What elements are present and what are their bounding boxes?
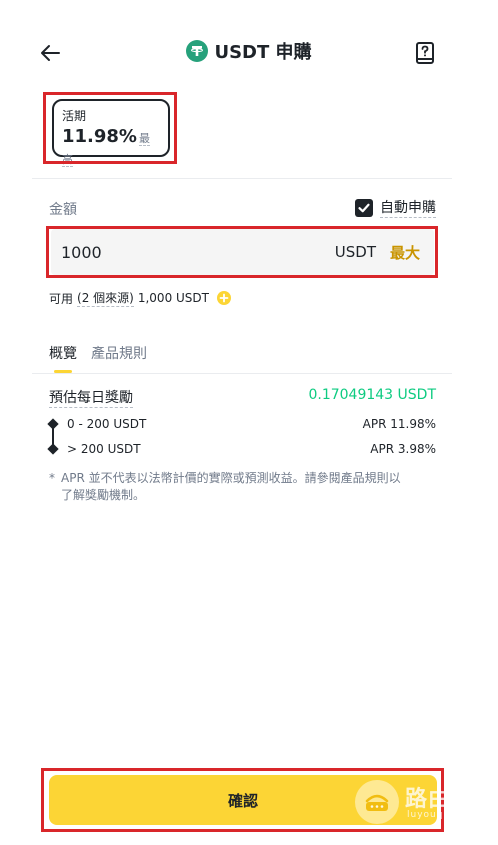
tier-apr-1: APR 11.98%: [362, 417, 436, 431]
auto-subscribe-label: 自動申購: [380, 197, 436, 218]
tier-marker-2: [47, 443, 59, 455]
tab-product-rules[interactable]: 產品規則: [91, 343, 147, 373]
term-rate: 11.98% 最高: [62, 126, 160, 168]
watermark: 路由器 luyouqi.com: [355, 777, 485, 827]
tier-range-2: > 200 USDT: [67, 442, 141, 456]
divider-top: [32, 178, 452, 179]
term-rate-value: 11.98%: [62, 126, 137, 147]
apr-disclaimer: * APR 並不代表以法幣計價的實際或預測收益。請參閱產品規則以了解獎勵機制。: [49, 470, 404, 504]
max-button[interactable]: 最大: [390, 242, 420, 263]
daily-reward-value: 0.17049143 USDT: [308, 387, 436, 403]
tier-apr-2: APR 3.98%: [370, 442, 436, 456]
auto-subscribe-toggle[interactable]: 自動申購: [355, 197, 436, 218]
add-funds-icon[interactable]: [216, 291, 231, 305]
header: USDT 申購: [0, 0, 498, 104]
tab-product-rules-label: 產品規則: [91, 346, 147, 362]
tab-overview[interactable]: 概覽: [49, 343, 77, 373]
product-info-button[interactable]: [414, 40, 436, 66]
amount-field[interactable]: USDT 最大: [51, 229, 434, 275]
available-prefix: 可用: [49, 291, 74, 306]
plus-icon: [219, 293, 229, 303]
tier-marker-1: [47, 418, 59, 430]
amount-input[interactable]: [61, 242, 335, 262]
usdt-coin-icon: [186, 40, 209, 62]
term-name: 活期: [62, 109, 87, 123]
daily-reward-label[interactable]: 預估每日獎勵: [49, 387, 133, 408]
available-sources[interactable]: (2 個來源): [77, 289, 134, 307]
available-balance: 可用 (2 個來源) 1,000 USDT: [49, 289, 231, 307]
checkmark-icon: [358, 203, 370, 212]
document-question-icon: [416, 42, 434, 64]
disclaimer-text: APR 並不代表以法幣計價的實際或預測收益。請參閱產品規則以了解獎勵機制。: [61, 471, 401, 502]
watermark-text: 路由器: [405, 787, 475, 812]
available-amount: 1,000 USDT: [137, 291, 209, 305]
router-logo-icon: [355, 780, 399, 824]
amount-unit: USDT: [334, 243, 376, 261]
tier-range-1: 0 - 200 USDT: [67, 417, 147, 431]
amount-label: 金額: [49, 202, 77, 218]
tabs: 概覽 產品規則: [49, 343, 147, 373]
watermark-sub: luyouqi.com: [407, 810, 474, 820]
tab-overview-label: 概覽: [49, 346, 77, 362]
divider-tabs: [32, 373, 452, 374]
disclaimer-marker: *: [49, 471, 55, 485]
term-option-flexible[interactable]: 活期 11.98% 最高: [52, 99, 170, 167]
auto-subscribe-checkbox[interactable]: [355, 198, 373, 217]
page-title: USDT 申購: [214, 42, 312, 63]
